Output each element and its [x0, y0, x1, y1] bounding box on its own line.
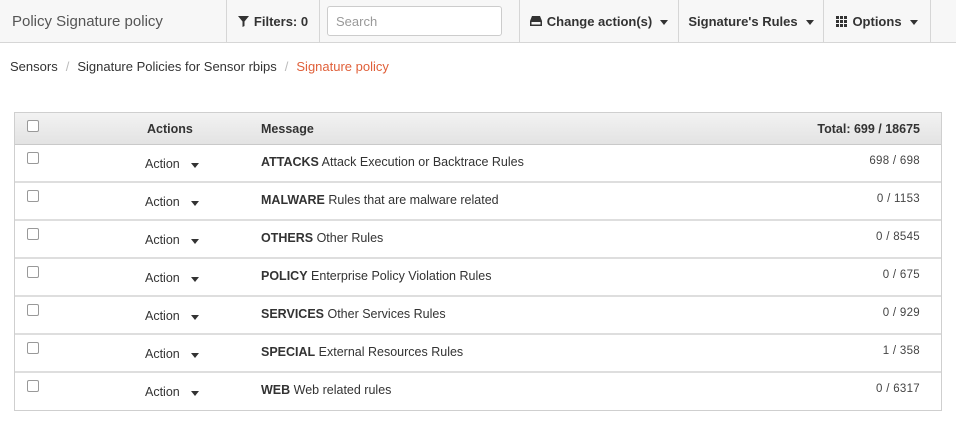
chevron-down-icon: [190, 162, 199, 168]
row-message: WEB Web related rules: [261, 383, 391, 397]
options-button[interactable]: Options: [824, 0, 931, 42]
search-input[interactable]: [327, 6, 502, 36]
row-count: 0 / 8545: [876, 231, 920, 243]
row-category: OTHERS: [261, 231, 314, 245]
row-message: MALWARE Rules that are malware related: [261, 193, 499, 207]
row-description: Enterprise Policy Violation Rules: [311, 269, 492, 283]
action-dropdown[interactable]: Action: [145, 385, 199, 399]
action-dropdown[interactable]: Action: [145, 233, 199, 247]
row-checkbox[interactable]: [27, 152, 39, 164]
row-checkbox[interactable]: [27, 380, 39, 392]
select-all-checkbox[interactable]: [27, 120, 39, 132]
table-row: Action POLICY Enterprise Policy Violation…: [15, 259, 941, 297]
row-count: 698 / 698: [869, 155, 920, 167]
signature-rules-button[interactable]: Signature's Rules: [679, 0, 824, 42]
chevron-down-icon: [190, 314, 199, 320]
row-category: WEB: [261, 383, 291, 397]
hdd-icon: [529, 16, 542, 26]
row-description: Web related rules: [293, 383, 392, 397]
chevron-down-icon: [190, 352, 199, 358]
row-description: Other Services Rules: [327, 307, 446, 321]
chevron-down-icon: [805, 19, 814, 25]
action-dropdown[interactable]: Action: [145, 195, 199, 209]
action-dropdown[interactable]: Action: [145, 347, 199, 361]
breadcrumb-signature-policies[interactable]: Signature Policies for Sensor rbips: [77, 59, 276, 74]
row-category: SERVICES: [261, 307, 324, 321]
row-category: SPECIAL: [261, 345, 316, 359]
row-count: 0 / 929: [882, 307, 920, 319]
action-dropdown[interactable]: Action: [145, 309, 199, 323]
breadcrumb: Sensors / Signature Policies for Sensor …: [10, 58, 389, 74]
row-message: SERVICES Other Services Rules: [261, 307, 446, 321]
breadcrumb-separator: /: [284, 58, 289, 74]
filters-label: Filters: 0: [253, 13, 309, 29]
row-count: 1 / 358: [882, 345, 920, 357]
row-message: POLICY Enterprise Policy Violation Rules: [261, 269, 491, 283]
chevron-down-icon: [190, 238, 199, 244]
rules-table: Actions Message Total: 699 / 18675 Actio…: [14, 112, 942, 411]
change-actions-label: Change action(s): [546, 13, 653, 29]
row-message: SPECIAL External Resources Rules: [261, 345, 463, 359]
row-checkbox[interactable]: [27, 266, 39, 278]
row-message: OTHERS Other Rules: [261, 231, 383, 245]
action-label: Action: [145, 347, 180, 361]
chevron-down-icon: [190, 390, 199, 396]
table-header: Actions Message Total: 699 / 18675: [15, 113, 941, 145]
action-label: Action: [145, 309, 180, 323]
grid-icon: [836, 15, 848, 27]
table-row: Action SPECIAL External Resources Rules 1 …: [15, 335, 941, 373]
row-checkbox[interactable]: [27, 190, 39, 202]
row-category: POLICY: [261, 269, 308, 283]
options-label: Options: [852, 13, 902, 29]
row-count: 0 / 6317: [876, 383, 920, 395]
breadcrumb-current: Signature policy: [296, 58, 389, 74]
row-category: MALWARE: [261, 193, 325, 207]
table-body: Action ATTACKS Attack Execution or Backtr…: [15, 145, 941, 410]
row-checkbox[interactable]: [27, 304, 39, 316]
table-row: Action ATTACKS Attack Execution or Backtr…: [15, 145, 941, 183]
row-description: Other Rules: [316, 231, 384, 245]
filter-icon: [237, 15, 249, 27]
table-row: Action MALWARE Rules that are malware rel…: [15, 183, 941, 221]
row-checkbox[interactable]: [27, 342, 39, 354]
row-description: Rules that are malware related: [328, 193, 499, 207]
table-row: Action WEB Web related rules 0 / 6317: [15, 373, 941, 410]
change-actions-button[interactable]: Change action(s): [520, 0, 679, 42]
header-total: Total: 699 / 18675: [817, 122, 920, 136]
page-title: Policy Signature policy: [0, 0, 227, 42]
row-count: 0 / 675: [882, 269, 920, 281]
chevron-down-icon: [660, 19, 669, 25]
chevron-down-icon: [909, 19, 918, 25]
row-description: External Resources Rules: [318, 345, 464, 359]
action-label: Action: [145, 271, 180, 285]
action-label: Action: [145, 385, 180, 399]
action-label: Action: [145, 233, 180, 247]
action-dropdown[interactable]: Action: [145, 157, 199, 171]
row-message: ATTACKS Attack Execution or Backtrace Ru…: [261, 155, 524, 169]
header-actions: Actions: [147, 122, 193, 136]
chevron-down-icon: [190, 200, 199, 206]
row-checkbox[interactable]: [27, 228, 39, 240]
breadcrumb-sensors[interactable]: Sensors: [10, 59, 58, 74]
row-description: Attack Execution or Backtrace Rules: [321, 155, 524, 169]
table-row: Action SERVICES Other Services Rules 0 / 9…: [15, 297, 941, 335]
row-count: 0 / 1153: [876, 193, 920, 205]
action-label: Action: [145, 195, 180, 209]
chevron-down-icon: [190, 276, 199, 282]
toolbar: Policy Signature policy Filters: 0 Chang…: [0, 0, 956, 43]
signature-rules-label: Signature's Rules: [688, 13, 798, 29]
table-row: Action OTHERS Other Rules 0 / 8545: [15, 221, 941, 259]
header-message: Message: [261, 122, 314, 136]
action-label: Action: [145, 157, 180, 171]
action-dropdown[interactable]: Action: [145, 271, 199, 285]
filters-button[interactable]: Filters: 0: [227, 0, 320, 42]
breadcrumb-separator: /: [65, 58, 70, 74]
row-category: ATTACKS: [261, 155, 319, 169]
search-container: [320, 0, 520, 42]
